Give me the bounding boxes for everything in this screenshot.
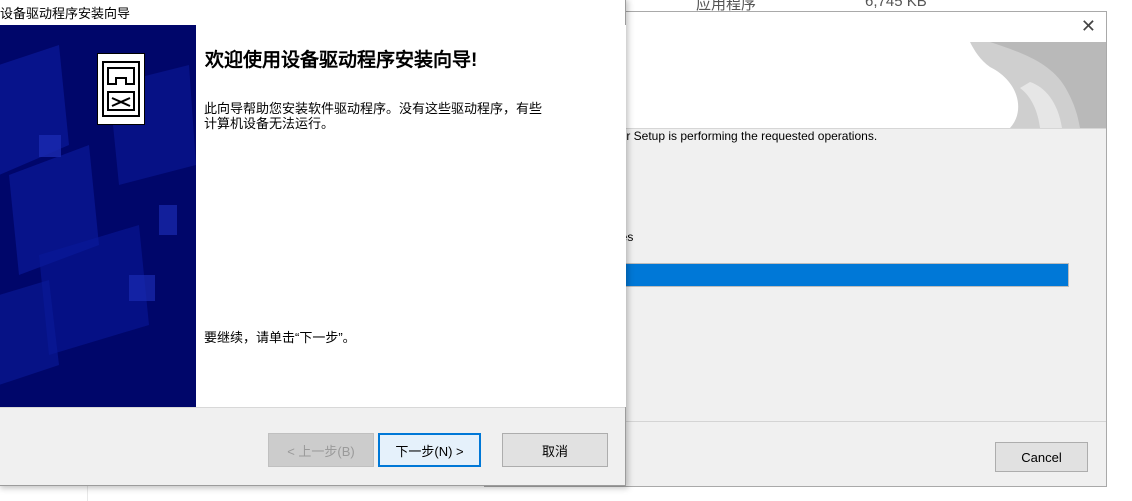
wizard-sidebar-graphic [0, 25, 196, 407]
setup-status-message: iver Setup is performing the requested o… [611, 129, 878, 143]
wizard-separator [0, 407, 625, 408]
cancel-button[interactable]: 取消 [502, 433, 608, 467]
background-window-edge [1108, 0, 1132, 501]
wizard-titlebar: 设备驱动程序安装向导 [0, 0, 625, 25]
driver-install-wizard-window: 设备驱动程序安装向导 欢迎使用设备驱动程序安装向导! 此向导帮助您安装软件驱动程… [0, 0, 626, 486]
setup-progress-fill [612, 264, 1068, 286]
background-explorer-bottom [0, 486, 1132, 501]
wizard-description: 此向导帮助您安装软件驱动程序。没有这些驱动程序，有些计算机设备无法运行。 [204, 101, 543, 131]
wizard-content: 欢迎使用设备驱动程序安装向导! 此向导帮助您安装软件驱动程序。没有这些驱动程序，… [196, 25, 626, 407]
wizard-continue-instruction: 要继续，请单击“下一步”。 [204, 330, 356, 345]
setup-progress-bar [611, 263, 1069, 287]
next-button[interactable]: 下一步(N) > [378, 433, 481, 467]
setup-banner-graphic-icon [970, 42, 1106, 128]
device-box-icon [97, 53, 145, 125]
background-size-cell: 6,745 KB [865, 0, 927, 10]
back-button[interactable]: < 上一步(B) [268, 433, 374, 467]
close-icon[interactable]: ✕ [1081, 16, 1096, 37]
setup-cancel-button[interactable]: Cancel [995, 442, 1088, 472]
wizard-heading: 欢迎使用设备驱动程序安装向导! [205, 50, 478, 71]
wizard-title: 设备驱动程序安装向导 [0, 6, 131, 21]
